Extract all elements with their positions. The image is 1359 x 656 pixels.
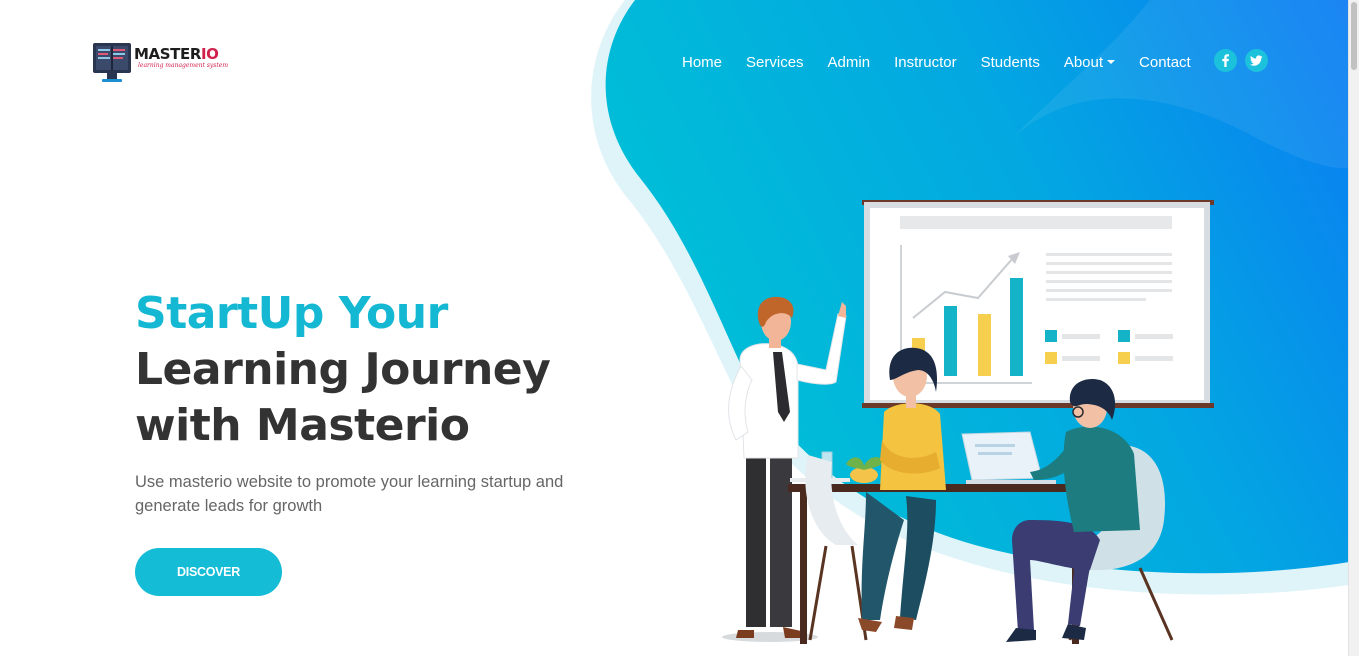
hero-subtext: Use masterio website to promote your lea… bbox=[135, 473, 564, 515]
discover-button[interactable]: DISCOVER bbox=[135, 548, 282, 596]
caret-down-icon bbox=[1107, 59, 1116, 64]
nav-about-label: About bbox=[1063, 53, 1104, 71]
hero-headline: StartUp Your Learning Journey with Maste… bbox=[135, 286, 551, 454]
twitter-link[interactable] bbox=[1245, 49, 1268, 72]
headline-line-3: with Masterio bbox=[135, 400, 470, 451]
team-meeting-illustration bbox=[722, 200, 1214, 644]
brand-tagline: learning management system bbox=[138, 62, 229, 69]
scrollbar-thumb[interactable] bbox=[1351, 2, 1357, 70]
headline-line-2: Learning Journey bbox=[135, 344, 551, 395]
nav-students[interactable]: Students bbox=[981, 54, 1040, 71]
headline-accent-line: StartUp Your bbox=[135, 288, 448, 339]
facebook-icon bbox=[1222, 54, 1229, 67]
nav-admin[interactable]: Admin bbox=[828, 54, 871, 71]
vertical-scrollbar[interactable] bbox=[1348, 0, 1359, 656]
nav-home[interactable]: Home bbox=[682, 54, 722, 71]
monitor-logo-icon bbox=[93, 43, 131, 82]
twitter-icon bbox=[1249, 55, 1263, 66]
nav-services[interactable]: Services bbox=[746, 54, 804, 71]
facebook-link[interactable] bbox=[1214, 49, 1237, 72]
main-nav: Home Services Admin Instructor Students … bbox=[682, 52, 1215, 72]
brand-logo[interactable]: MASTERIO learning management system bbox=[92, 38, 228, 86]
nav-contact[interactable]: Contact bbox=[1139, 54, 1191, 71]
chair-illustration bbox=[805, 455, 868, 641]
nav-about-dropdown[interactable]: About bbox=[1063, 53, 1116, 71]
man-with-laptop-figure-illustration bbox=[1006, 378, 1140, 642]
nav-instructor[interactable]: Instructor bbox=[894, 54, 957, 71]
brand-name: MASTERIO bbox=[134, 45, 219, 63]
